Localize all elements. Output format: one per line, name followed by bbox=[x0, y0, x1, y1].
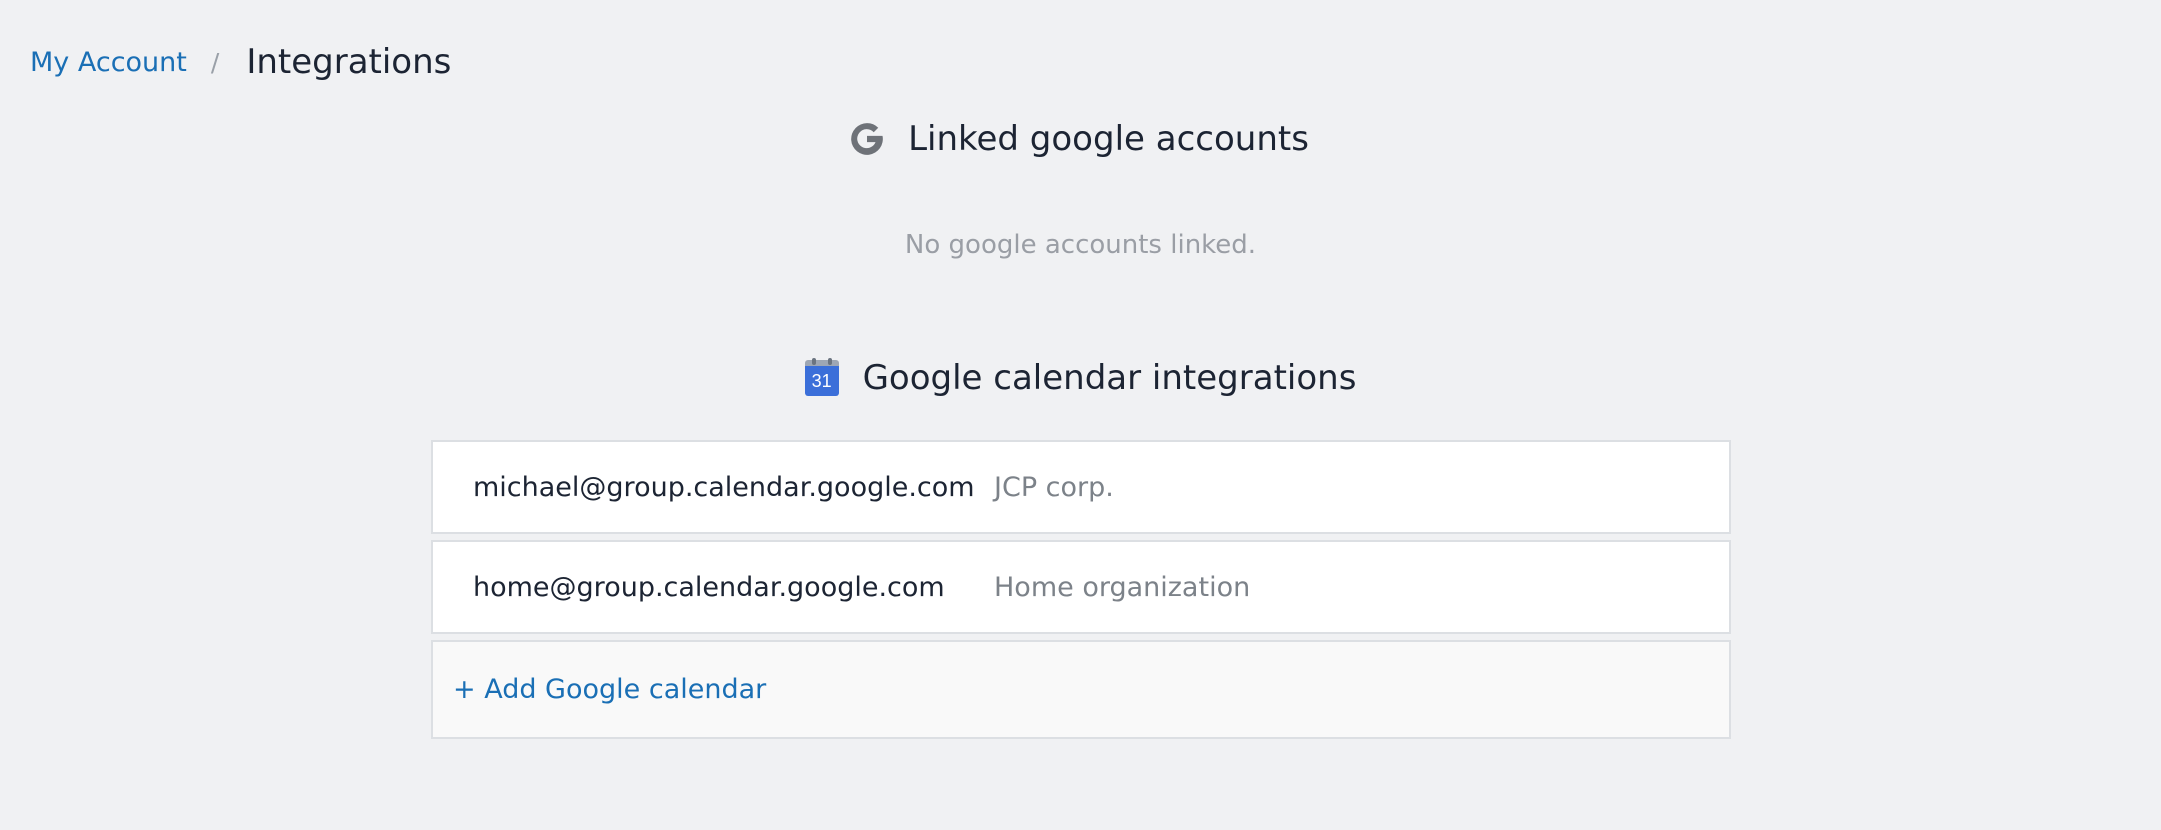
add-google-calendar-link[interactable]: + Add Google calendar bbox=[453, 674, 766, 705]
no-google-accounts-message: No google accounts linked. bbox=[904, 230, 1257, 260]
google-g-icon bbox=[851, 123, 883, 155]
calendar-integration-row[interactable]: michael@group.calendar.google.com JCP co… bbox=[431, 440, 1731, 534]
google-calendar-integrations-header: 31 Google calendar integrations bbox=[0, 351, 2161, 405]
page-title: Integrations bbox=[246, 42, 452, 82]
breadcrumb-separator: / bbox=[210, 47, 220, 77]
calendar-organization: Home organization bbox=[994, 571, 1251, 603]
add-calendar-row: + Add Google calendar bbox=[431, 640, 1731, 739]
google-calendar-integrations-title: Google calendar integrations bbox=[862, 358, 1357, 398]
calendar-integration-list: michael@group.calendar.google.com JCP co… bbox=[431, 440, 1731, 739]
google-calendar-icon: 31 bbox=[804, 358, 839, 396]
calendar-organization: JCP corp. bbox=[994, 471, 1114, 503]
calendar-email: home@group.calendar.google.com bbox=[473, 571, 945, 603]
breadcrumb: My Account / Integrations bbox=[30, 40, 451, 84]
linked-google-accounts-title: Linked google accounts bbox=[908, 119, 1309, 159]
breadcrumb-my-account-link[interactable]: My Account bbox=[30, 47, 187, 78]
calendar-icon-day: 31 bbox=[804, 366, 839, 396]
calendar-integration-row[interactable]: home@group.calendar.google.com Home orga… bbox=[431, 540, 1731, 634]
linked-google-accounts-header: Linked google accounts bbox=[0, 112, 2161, 166]
calendar-email: michael@group.calendar.google.com bbox=[473, 471, 975, 503]
